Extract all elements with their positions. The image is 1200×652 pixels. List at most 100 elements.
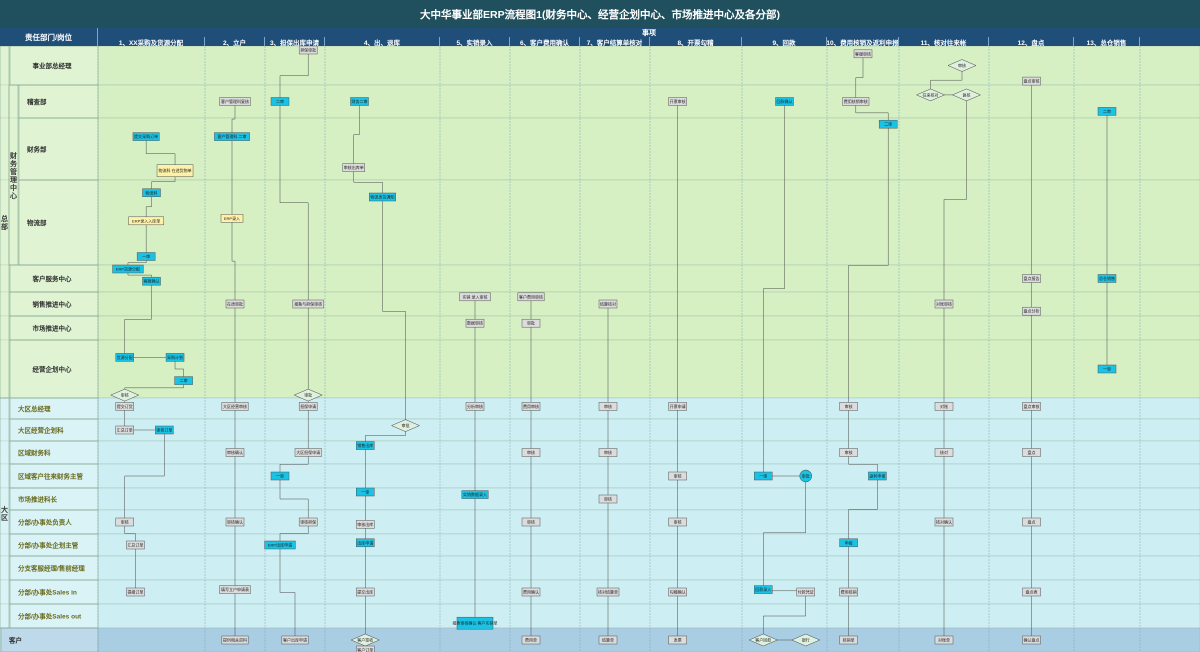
node-label: 审核	[958, 62, 966, 68]
node-label: 数据审核	[467, 320, 483, 326]
flow-node: 在途审批	[225, 299, 245, 309]
node-label: 审核	[604, 496, 612, 502]
flow-node: 二审	[878, 119, 898, 129]
node-label: 盘点审核	[1024, 403, 1040, 409]
node-label: 大区经营审核	[223, 403, 247, 409]
flow-node: 结算单	[598, 635, 618, 645]
flow-node: 盘点报告	[1022, 274, 1041, 283]
lane-label-11: 区域财务科	[18, 448, 51, 457]
node-label: 申报	[845, 539, 853, 545]
lane-band	[0, 45, 1200, 86]
flow-node: 审核	[115, 517, 134, 527]
flow-node: 大区经营审核	[221, 402, 249, 411]
node-label: 客服审核	[855, 50, 871, 56]
node-label: ERP出库申请	[268, 542, 292, 548]
node-label: 货源分配	[117, 354, 133, 360]
flow-node: ERP出库申请	[264, 540, 296, 550]
lane-band	[0, 533, 1200, 557]
node-label: 银行	[802, 637, 810, 643]
column-header-11: 11、核对往来帐	[899, 37, 989, 46]
node-label: 盘点分析	[1024, 308, 1040, 314]
flow-node: 盘点	[1022, 517, 1041, 527]
flow-node: 客户管理科复核	[219, 97, 251, 106]
dept-header: 责任部门/岗位	[0, 28, 98, 46]
flow-node: 开票审核	[668, 97, 687, 106]
node-label: 对账审核	[936, 301, 952, 307]
node-label: 复核	[963, 91, 971, 97]
node-label: 客服确认	[144, 278, 160, 284]
node-label: 确认盘点	[1024, 637, 1040, 643]
node-label: 费用确认	[523, 589, 539, 595]
node-label: 付款凭证	[798, 589, 814, 595]
node-label: 提交订货	[117, 403, 133, 409]
flow-node: 核对结算单	[596, 587, 620, 597]
node-label: 审批	[527, 320, 535, 326]
node-label: 审核	[674, 473, 682, 479]
node-label: 一审	[1103, 366, 1111, 372]
node-label: 审核	[527, 519, 535, 525]
flow-node: 分析审核	[465, 402, 485, 411]
node-label: 汇总订单	[127, 542, 143, 548]
label-column	[0, 46, 98, 652]
node-label: 返利申报	[869, 473, 885, 479]
flow-node: 费用审核	[521, 402, 541, 411]
node-label: 总仓销售	[1099, 275, 1115, 281]
node-label: 核对结算单	[598, 589, 618, 595]
flow-node: 费用核销	[839, 587, 858, 597]
node-label: 客户签收	[357, 637, 373, 643]
flow-node: 填写立户申请表	[219, 585, 251, 594]
flow-node: 审核担保	[298, 517, 318, 527]
column-header-1: 1、XX采购及货源分配	[98, 37, 205, 46]
flow-node: 返利申报	[868, 471, 887, 481]
flow-node: 物流发货通知	[369, 192, 396, 202]
flow-node: 费用核销审核	[842, 97, 870, 106]
flow-node: 出库申请	[356, 538, 375, 548]
node-label: 汇总订单	[117, 427, 133, 433]
flow-node: 盘点分析	[1022, 306, 1041, 316]
node-label: 审核出库	[357, 521, 373, 527]
node-label: 实销 录入审核	[462, 293, 487, 299]
node-label: 审核	[527, 449, 535, 455]
node-label: 核销单	[843, 637, 855, 643]
flow-node: 审批	[521, 318, 541, 328]
node-label: 审批	[304, 392, 312, 398]
flow-node: 客户出库申请	[281, 635, 309, 645]
node-label: 二审	[884, 121, 892, 127]
flow-node: 大区担保申请	[294, 448, 322, 457]
node-label: 担保审批	[300, 47, 316, 53]
flow-node: 一审	[754, 471, 773, 481]
lane-band	[0, 264, 1200, 293]
node-label: 销售出库	[357, 442, 373, 448]
column-header-3: 3、担保出库申请	[265, 37, 325, 46]
flow-node: 客服审核	[853, 49, 873, 59]
flow-node: 盘点审核	[1022, 76, 1041, 86]
lane-band	[0, 84, 1200, 119]
flow-node: 审核	[521, 517, 541, 527]
node-label: 盘点审核	[1024, 78, 1040, 84]
node-label: 结算核对	[600, 301, 616, 307]
node-label: 费用审核	[523, 403, 539, 409]
node-label: 报备与担保审核	[294, 301, 322, 307]
group-region-char: 区	[1, 514, 8, 522]
flow-node: 核对	[934, 448, 954, 457]
node-label: 客户管理科复核	[221, 98, 249, 104]
group-hq-char: 总	[1, 214, 8, 223]
node-label: 审核确认	[227, 449, 243, 455]
lane-label-14: 分部/办事处负责人	[18, 518, 72, 527]
flow-node: 客户订单	[356, 645, 375, 652]
node-label: 费用核销审核	[844, 98, 868, 104]
flow-node: 一审	[270, 471, 290, 481]
flow-node: 二审	[270, 97, 290, 106]
column-header-7: 7、客户结算单核对	[580, 37, 650, 46]
flow-node: 物流科	[142, 188, 161, 197]
node-label: ERP录入入库单	[132, 217, 160, 223]
lane-label-17: 分部/办事处Sales in	[18, 588, 77, 597]
flow-node: 盘点	[1022, 448, 1041, 457]
flow-node: 盘点表	[1022, 587, 1041, 597]
flow-node: 勾稽确认	[668, 587, 687, 597]
flow-node: 二审	[1097, 107, 1117, 116]
node-label: 回款确认	[777, 98, 793, 104]
node-label: 结算单	[602, 637, 614, 643]
node-label: ERP录入	[224, 215, 240, 221]
node-label: 审核	[121, 392, 129, 398]
